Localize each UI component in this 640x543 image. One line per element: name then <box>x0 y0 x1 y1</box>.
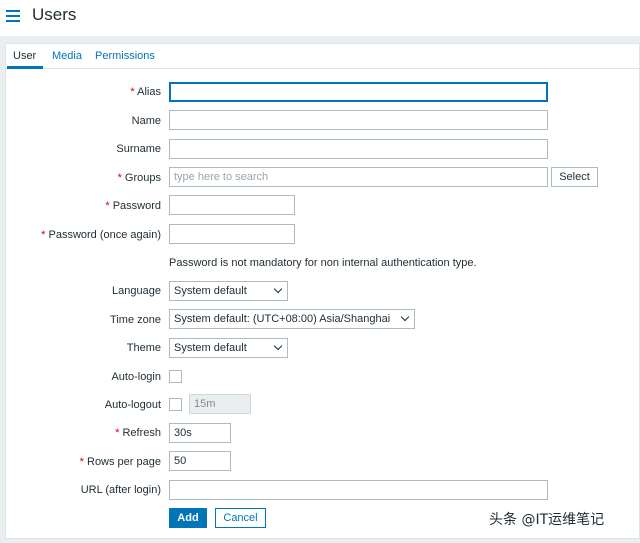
autologout-label: Auto-logout <box>104 399 161 411</box>
refresh-label: * Refresh <box>115 427 161 439</box>
password-again-label: * Password (once again) <box>41 229 161 241</box>
name-label: Name <box>131 115 161 127</box>
groups-select-button[interactable]: Select <box>551 167 598 187</box>
password-input[interactable] <box>169 195 295 215</box>
chevron-down-icon <box>400 312 410 322</box>
groups-input[interactable]: type here to search <box>169 167 548 187</box>
timezone-select[interactable]: System default: (UTC+08:00) Asia/Shangha… <box>169 309 415 329</box>
page-header: Users <box>0 0 640 36</box>
tab-media[interactable]: Media <box>52 50 82 62</box>
refresh-input[interactable]: 30s <box>169 423 231 443</box>
url-after-login-input[interactable] <box>169 480 548 500</box>
chevron-down-icon <box>273 284 283 294</box>
tab-permissions[interactable]: Permissions <box>95 50 155 62</box>
watermark-text: 头条 @IT运维笔记 <box>489 512 605 528</box>
tab-bar: User Media Permissions <box>6 44 639 69</box>
autologin-checkbox[interactable] <box>169 370 182 383</box>
alias-input[interactable] <box>169 82 548 102</box>
password-again-input[interactable] <box>169 224 295 244</box>
user-form-panel: User Media Permissions * Alias Name Surn… <box>5 43 640 539</box>
cancel-button[interactable]: Cancel <box>215 508 266 528</box>
surname-label: Surname <box>116 143 161 155</box>
page-title: Users <box>32 5 77 24</box>
rows-per-page-input[interactable]: 50 <box>169 451 231 471</box>
add-button[interactable]: Add <box>169 508 207 528</box>
theme-label: Theme <box>126 342 161 354</box>
rows-per-page-label: * Rows per page <box>79 456 161 468</box>
url-after-login-label: URL (after login) <box>80 484 161 496</box>
groups-label: * Groups <box>117 172 161 184</box>
autologout-input: 15m <box>189 394 251 414</box>
password-hint: Password is not mandatory for non intern… <box>169 257 477 269</box>
timezone-label: Time zone <box>110 314 161 326</box>
menu-icon[interactable] <box>6 10 20 22</box>
active-tab-indicator <box>7 66 43 69</box>
password-label: * Password <box>105 200 161 212</box>
name-input[interactable] <box>169 110 548 130</box>
language-select[interactable]: System default <box>169 281 288 301</box>
language-label: Language <box>112 285 161 297</box>
tab-user[interactable]: User <box>13 50 36 62</box>
autologin-label: Auto-login <box>111 371 161 383</box>
surname-input[interactable] <box>169 139 548 159</box>
autologout-checkbox[interactable] <box>169 398 182 411</box>
alias-label: * Alias <box>130 86 161 98</box>
theme-select[interactable]: System default <box>169 338 288 358</box>
chevron-down-icon <box>273 341 283 351</box>
